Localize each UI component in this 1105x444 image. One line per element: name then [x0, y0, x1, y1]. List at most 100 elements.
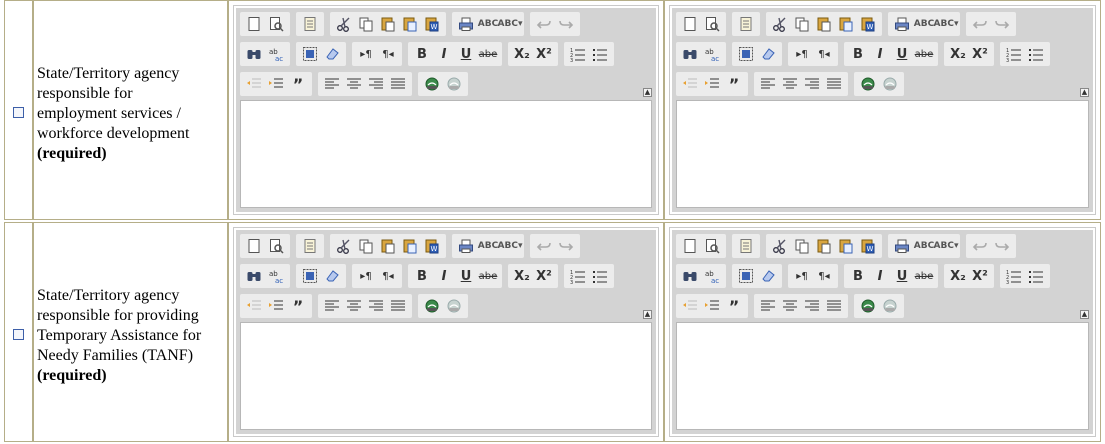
unlink-button[interactable] [443, 73, 465, 95]
justify-center-button[interactable] [343, 295, 365, 317]
paste-word-button[interactable]: W [421, 13, 443, 35]
editor-text-area[interactable] [240, 100, 652, 208]
justify-right-button[interactable] [365, 73, 387, 95]
rtl-button[interactable]: ¶◂ [377, 265, 399, 287]
collapse-toolbar-button[interactable]: ▲ [643, 310, 652, 319]
bold-button[interactable]: B [847, 43, 869, 65]
find-button[interactable] [679, 43, 701, 65]
italic-button[interactable]: I [433, 265, 455, 287]
justify-right-button[interactable] [801, 73, 823, 95]
preview-button[interactable] [701, 13, 723, 35]
bold-button[interactable]: B [411, 265, 433, 287]
find-button[interactable] [243, 265, 265, 287]
find-button[interactable] [679, 265, 701, 287]
copy-button[interactable] [791, 13, 813, 35]
editor-text-area[interactable] [676, 322, 1089, 430]
numbered-list-button[interactable]: 123 [1003, 265, 1025, 287]
subscript-button[interactable]: X₂ [511, 265, 533, 287]
ltr-button[interactable]: ▸¶ [791, 43, 813, 65]
superscript-button[interactable]: X² [969, 265, 991, 287]
select-all-button[interactable] [299, 43, 321, 65]
redo-button[interactable] [991, 13, 1013, 35]
justify-center-button[interactable] [343, 73, 365, 95]
templates-button[interactable] [735, 13, 757, 35]
copy-button[interactable] [355, 235, 377, 257]
select-all-button[interactable] [735, 265, 757, 287]
paste-text-button[interactable] [835, 13, 857, 35]
preview-button[interactable] [265, 235, 287, 257]
spell-check-button[interactable]: ABC [477, 235, 499, 257]
new-page-button[interactable] [243, 13, 265, 35]
blockquote-button[interactable]: ” [723, 73, 745, 95]
justify-left-button[interactable] [321, 73, 343, 95]
justify-block-button[interactable] [387, 73, 409, 95]
print-button[interactable] [455, 13, 477, 35]
bulleted-list-button[interactable] [589, 43, 611, 65]
undo-button[interactable] [969, 13, 991, 35]
justify-center-button[interactable] [779, 73, 801, 95]
redo-button[interactable] [555, 13, 577, 35]
superscript-button[interactable]: X² [969, 43, 991, 65]
paste-button[interactable] [377, 235, 399, 257]
print-button[interactable] [891, 13, 913, 35]
print-button[interactable] [455, 235, 477, 257]
indent-button[interactable] [701, 73, 723, 95]
paste-button[interactable] [377, 13, 399, 35]
justify-left-button[interactable] [321, 295, 343, 317]
underline-button[interactable]: U [891, 43, 913, 65]
outdent-button[interactable] [243, 295, 265, 317]
scayt-button[interactable]: ABC▾ [934, 13, 959, 35]
cut-button[interactable] [769, 13, 791, 35]
paste-button[interactable] [813, 235, 835, 257]
subscript-button[interactable]: X₂ [947, 43, 969, 65]
find-button[interactable] [243, 43, 265, 65]
justify-right-button[interactable] [801, 295, 823, 317]
superscript-button[interactable]: X² [533, 265, 555, 287]
cut-button[interactable] [333, 235, 355, 257]
replace-button[interactable]: ab ac [265, 265, 287, 287]
paste-text-button[interactable] [399, 13, 421, 35]
link-button[interactable] [857, 295, 879, 317]
cut-button[interactable] [333, 13, 355, 35]
spell-check-button[interactable]: ABC [913, 13, 935, 35]
templates-button[interactable] [299, 235, 321, 257]
outdent-button[interactable] [679, 295, 701, 317]
paste-word-button[interactable]: W [857, 13, 879, 35]
superscript-button[interactable]: X² [533, 43, 555, 65]
ltr-button[interactable]: ▸¶ [791, 265, 813, 287]
undo-button[interactable] [533, 235, 555, 257]
justify-center-button[interactable] [779, 295, 801, 317]
italic-button[interactable]: I [869, 43, 891, 65]
paste-text-button[interactable] [399, 235, 421, 257]
scayt-button[interactable]: ABC▾ [498, 235, 523, 257]
justify-right-button[interactable] [365, 295, 387, 317]
paste-button[interactable] [813, 13, 835, 35]
undo-button[interactable] [969, 235, 991, 257]
strike-button[interactable]: abe [913, 265, 935, 287]
numbered-list-button[interactable]: 123 [567, 43, 589, 65]
paste-word-button[interactable]: W [857, 235, 879, 257]
blockquote-button[interactable]: ” [287, 295, 309, 317]
link-button[interactable] [421, 73, 443, 95]
scayt-button[interactable]: ABC▾ [934, 235, 959, 257]
justify-block-button[interactable] [823, 295, 845, 317]
row-checkbox[interactable] [13, 107, 24, 118]
new-page-button[interactable] [679, 13, 701, 35]
justify-left-button[interactable] [757, 295, 779, 317]
editor-text-area[interactable] [676, 100, 1089, 208]
outdent-button[interactable] [679, 73, 701, 95]
rtl-button[interactable]: ¶◂ [813, 43, 835, 65]
remove-format-button[interactable] [321, 43, 343, 65]
print-button[interactable] [891, 235, 913, 257]
templates-button[interactable] [299, 13, 321, 35]
copy-button[interactable] [355, 13, 377, 35]
paste-text-button[interactable] [835, 235, 857, 257]
numbered-list-button[interactable]: 123 [1003, 43, 1025, 65]
strike-button[interactable]: abe [913, 43, 935, 65]
templates-button[interactable] [735, 235, 757, 257]
bulleted-list-button[interactable] [589, 265, 611, 287]
indent-button[interactable] [265, 73, 287, 95]
italic-button[interactable]: I [433, 43, 455, 65]
remove-format-button[interactable] [321, 265, 343, 287]
italic-button[interactable]: I [869, 265, 891, 287]
